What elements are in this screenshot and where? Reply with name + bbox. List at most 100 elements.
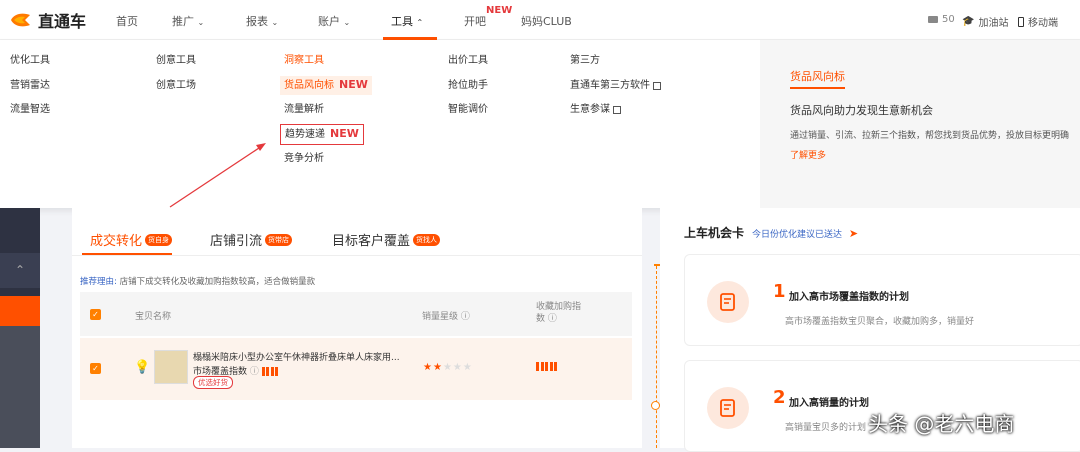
nav-promote[interactable]: 推广 ⌄ xyxy=(172,13,204,29)
table-row[interactable]: ✓ 💡 榻榻米陪床小型办公室午休神器折叠床单人床家用... 市场覆盖指数 ⓘ 优… xyxy=(80,338,632,400)
card-number: 2 xyxy=(773,387,786,408)
nav-account-label: 账户 xyxy=(318,15,340,28)
info-icon[interactable]: ⓘ xyxy=(461,312,470,322)
star-filled-icon: ★ xyxy=(432,362,443,373)
menu-item-smart-bid[interactable]: 智能调价 xyxy=(448,98,488,123)
menu-description-panel: 货品风向标 货品风向助力发现生意新机会 通过销量、引流、拉新三个指数，帮您找到货… xyxy=(760,40,1080,208)
tab-store-traffic[interactable]: 店铺引流 货带店 xyxy=(210,230,293,249)
sales-star-rating: ★★★★★ xyxy=(423,362,473,373)
tab-conversion[interactable]: 成交转化 货自身 xyxy=(90,230,173,249)
chevron-down-icon: ⌄ xyxy=(197,18,205,27)
column-sales-stars: 销量星级 ⓘ xyxy=(422,309,470,322)
timeline-marker xyxy=(654,264,660,266)
logo-icon xyxy=(11,13,30,27)
logo[interactable]: 直通车 xyxy=(10,8,86,32)
info-icon[interactable]: ⓘ xyxy=(250,367,259,377)
tab-target-customers[interactable]: 目标客户覆盖 货找人 xyxy=(332,230,441,249)
active-tab-indicator xyxy=(82,253,172,255)
card-number: 1 xyxy=(773,281,786,302)
star-empty-icon: ★ xyxy=(442,362,453,373)
bulb-icon: 💡 xyxy=(134,360,151,375)
nav-tools[interactable]: 工具 ⌃ xyxy=(391,13,423,29)
logo-text: 直通车 xyxy=(38,12,87,31)
nav-tools-label: 工具 xyxy=(391,15,413,28)
menu-item-bid-tool[interactable]: 出价工具 xyxy=(448,49,488,74)
menu-item-insight-tool[interactable]: 洞察工具 xyxy=(284,49,372,74)
card-title: 加入高市场覆盖指数的计划 xyxy=(789,292,909,303)
timeline xyxy=(656,266,657,448)
menu-item-business-advisor[interactable]: 生意参谋 xyxy=(570,98,661,123)
external-link-icon xyxy=(653,81,661,90)
mail-icon xyxy=(928,16,938,23)
mobile-icon xyxy=(1018,16,1024,27)
mobile-label: 移动端 xyxy=(1028,18,1058,29)
menu-item-traffic-select[interactable]: 流量智选 xyxy=(10,98,50,123)
paper-plane-icon: ➤ xyxy=(848,227,859,240)
new-label: NEW xyxy=(339,78,368,92)
star-empty-icon: ★ xyxy=(462,362,473,373)
menu-item-creative-tool[interactable]: 创意工具 xyxy=(156,49,196,74)
tab-badge: 货自身 xyxy=(145,233,173,246)
top-nav-bar: 直通车 首页 推广 ⌄ 报表 ⌄ 账户 ⌄ 工具 ⌃ 开吧 NEW 妈妈CLUB… xyxy=(0,0,1080,40)
menu-item-position-helper[interactable]: 抢位助手 xyxy=(448,74,488,99)
menu-item-third-party[interactable]: 第三方 xyxy=(570,49,661,74)
column-product-name: 宝贝名称 xyxy=(135,312,172,322)
star-filled-icon: ★ xyxy=(423,362,433,373)
select-all-checkbox[interactable]: ✓ xyxy=(90,309,101,320)
tools-dropdown-menu: 优化工具 营销雷达 流量智选 创意工具 创意工场 洞察工具 货品风向标 NEW 流… xyxy=(0,40,1080,208)
site-link[interactable]: 🎓 加油站 xyxy=(962,14,1008,29)
tab-badge: 货找人 xyxy=(413,233,441,246)
description-body: 通过销量、引流、拉新三个指数，帮您找到货品优势，投放目标更明确 xyxy=(790,131,1070,141)
nav-mama-club[interactable]: 妈妈CLUB xyxy=(521,13,572,29)
tab-badge: 货带店 xyxy=(265,233,293,246)
trend-express-box: 趋势速递 NEW xyxy=(280,124,364,146)
menu-item-optimize-tool[interactable]: 优化工具 xyxy=(10,49,50,74)
menu-col-insight: 洞察工具 货品风向标 NEW 流量解析 趋势速递 NEW 竞争分析 xyxy=(280,49,372,172)
card-description: 高销量宝贝多的计划 xyxy=(785,423,867,433)
panel-title: 上车机会卡 xyxy=(684,226,745,240)
product-vane-label: 货品风向标 xyxy=(284,80,334,92)
menu-col-third-party: 第三方 直通车第三方软件 生意参谋 xyxy=(570,49,661,123)
sidebar-active-item[interactable] xyxy=(0,296,40,326)
star-empty-icon: ★ xyxy=(452,362,463,373)
menu-item-creative-workshop[interactable]: 创意工场 xyxy=(156,74,196,99)
menu-item-product-vane[interactable]: 货品风向标 NEW xyxy=(280,74,372,99)
sidebar-lower-section xyxy=(0,326,40,448)
watermark: 头条 @老六电商 xyxy=(868,412,1015,436)
info-icon[interactable]: ⓘ xyxy=(548,314,557,324)
product-thumbnail[interactable] xyxy=(154,350,188,384)
nav-home[interactable]: 首页 xyxy=(116,13,138,29)
menu-item-competition-analysis[interactable]: 竞争分析 xyxy=(284,147,372,172)
third-party-software-label: 直通车第三方软件 xyxy=(570,79,650,91)
menu-item-trend-express[interactable]: 趋势速递 NEW xyxy=(280,123,372,148)
table-header: ✓ 宝贝名称 销量星级 ⓘ 收藏加购指数 ⓘ xyxy=(80,292,632,336)
sidebar: ⌃ xyxy=(0,208,40,448)
mobile-link[interactable]: 移动端 xyxy=(1018,14,1058,29)
opportunity-card-1[interactable]: 1 加入高市场覆盖指数的计划 高市场覆盖指数宝贝聚合，收藏加购多，销量好 xyxy=(684,254,1080,346)
nav-kaiba[interactable]: 开吧 xyxy=(464,13,486,29)
menu-col-optimize: 优化工具 营销雷达 流量智选 xyxy=(10,49,50,123)
tab-divider xyxy=(72,255,642,256)
menu-item-third-party-software[interactable]: 直通车第三方软件 xyxy=(570,74,661,99)
message-count[interactable]: 50 xyxy=(928,14,955,25)
coverage-level-bars xyxy=(261,367,279,376)
menu-item-traffic-analysis[interactable]: 流量解析 xyxy=(284,98,372,123)
tab-target-customers-label: 目标客户覆盖 xyxy=(332,234,411,249)
column-sales-stars-label: 销量星级 xyxy=(422,312,459,322)
row-checkbox[interactable]: ✓ xyxy=(90,363,101,374)
product-title[interactable]: 榻榻米陪床小型办公室午休神器折叠床单人床家用... xyxy=(193,350,400,363)
nav-report-label: 报表 xyxy=(246,15,268,28)
reason-text: 店铺下成交转化及收藏加购指数较高，适合做销量款 xyxy=(119,277,316,287)
learn-more-link[interactable]: 了解更多 xyxy=(790,148,826,161)
panel-hint-text: 今日份优化建议已送达 xyxy=(752,230,843,240)
nav-report[interactable]: 报表 ⌄ xyxy=(246,13,278,29)
menu-item-marketing-radar[interactable]: 营销雷达 xyxy=(10,74,50,99)
chevron-up-icon[interactable]: ⌃ xyxy=(0,253,40,288)
chevron-up-icon: ⌃ xyxy=(416,18,424,27)
chevron-down-icon: ⌄ xyxy=(343,18,351,27)
favorites-level-bars xyxy=(536,362,557,371)
product-vane-highlight: 货品风向标 NEW xyxy=(280,76,372,96)
opportunity-card-2[interactable]: 2 加入高销量的计划 高销量宝贝多的计划 xyxy=(684,360,1080,452)
nav-account[interactable]: 账户 ⌄ xyxy=(318,13,350,29)
quality-tag: 优选好货 xyxy=(193,376,233,389)
